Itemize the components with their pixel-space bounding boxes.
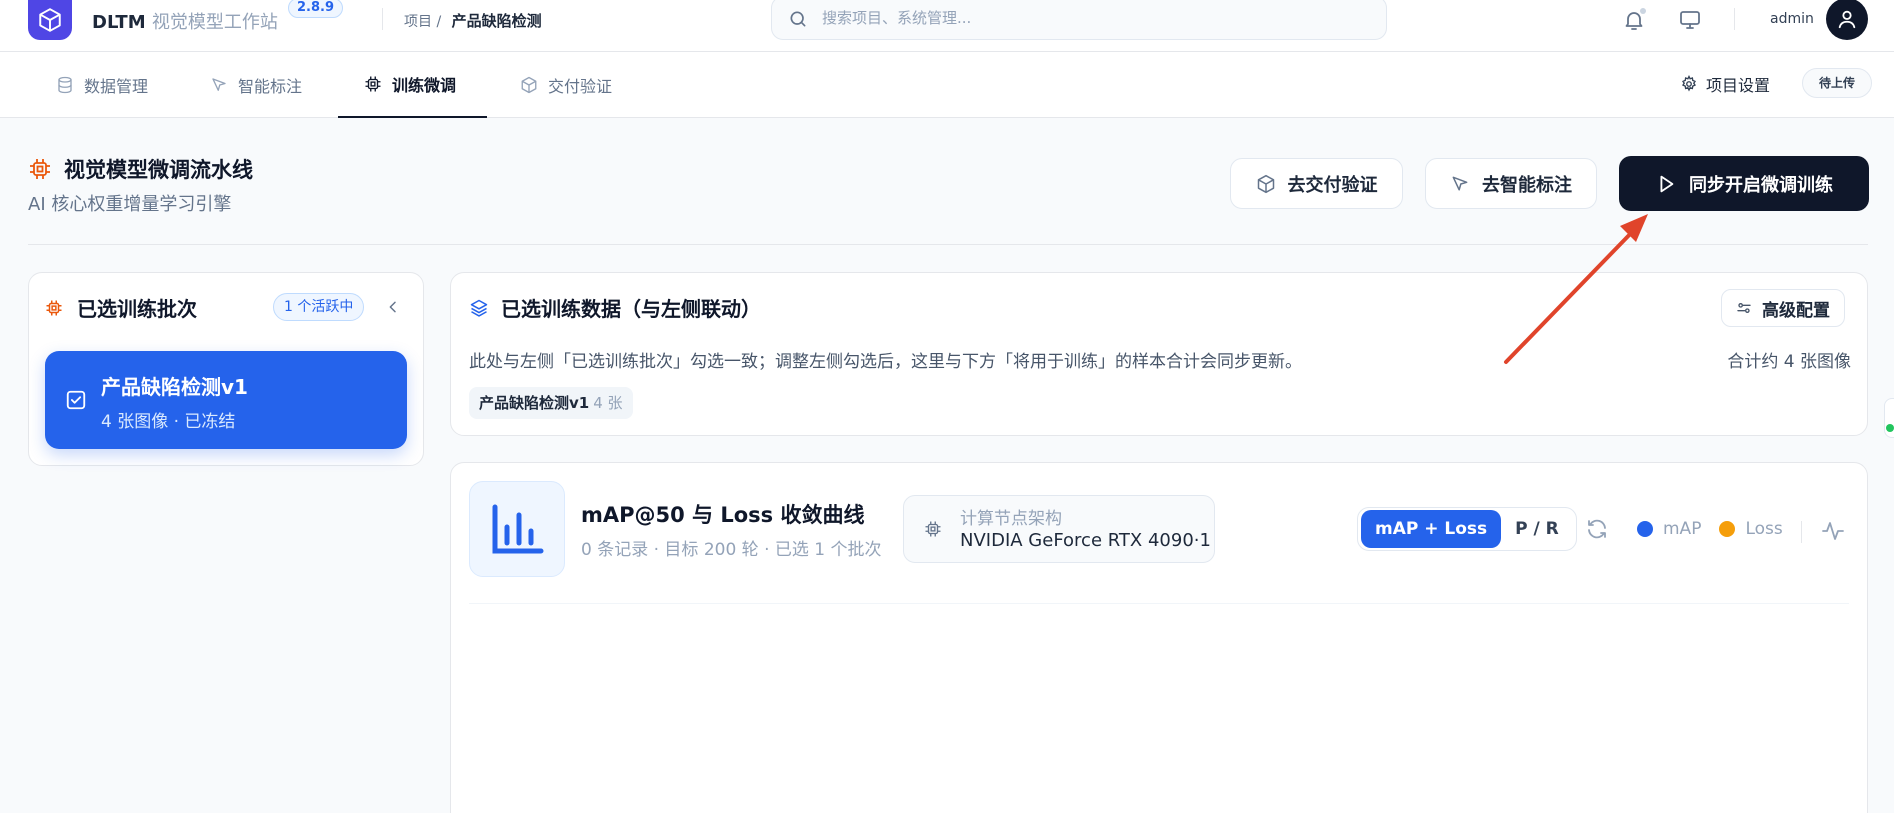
tab-label: 交付验证	[548, 77, 613, 96]
section-divider	[28, 244, 1868, 245]
advanced-config-label: 高级配置	[1762, 300, 1830, 321]
batch-chip: 产品缺陷检测v1 4 张	[469, 387, 633, 419]
status-badge: 待上传	[1802, 68, 1873, 98]
breadcrumb-root[interactable]: 项目 /	[404, 14, 441, 30]
user-avatar-icon[interactable]	[1826, 0, 1868, 40]
batches-header: 已选训练批次	[45, 293, 197, 322]
chart-meta: 0 条记录 · 目标 200 轮 · 已选 1 个批次	[581, 540, 882, 560]
mode-map-loss[interactable]: mAP + Loss	[1361, 510, 1502, 548]
chip-icon	[30, 159, 50, 179]
tab-label: 训练微调	[392, 76, 457, 95]
go-delivery-button[interactable]: 去交付验证	[1230, 158, 1403, 209]
selected-data-description: 此处与左侧「已选训练批次」勾选一致；调整左侧勾选后，这里与下方「将用于训练」的样…	[469, 352, 1302, 372]
go-annotate-button[interactable]: 去智能标注	[1425, 158, 1597, 209]
brand-name: DLTM	[92, 12, 146, 33]
bar-chart-icon	[469, 481, 565, 577]
notification-dot	[1640, 8, 1646, 14]
go-annotate-label: 去智能标注	[1482, 174, 1572, 196]
selected-data-title: 已选训练数据（与左侧联动）	[501, 297, 761, 321]
chevron-left-icon	[389, 301, 396, 313]
legend-loss: Loss	[1745, 519, 1783, 539]
advanced-config-button[interactable]: 高级配置	[1721, 289, 1845, 327]
batches-title: 已选训练批次	[77, 297, 197, 321]
tab-smart-annotation[interactable]: 智能标注	[184, 52, 328, 118]
legend-dot-loss	[1719, 521, 1736, 537]
sliders-icon	[1737, 303, 1751, 313]
refresh-icon[interactable]	[1583, 515, 1611, 543]
batch-meta: 4 张图像 · 已冻结	[101, 412, 236, 432]
search-icon	[790, 11, 806, 27]
global-search[interactable]	[771, 0, 1387, 40]
cpu-icon	[925, 521, 941, 537]
header-divider-right	[1734, 8, 1735, 30]
batch-item[interactable]: 产品缺陷检测v1 4 张图像 · 已冻结	[45, 351, 407, 449]
checkbox-checked-icon[interactable]	[65, 389, 87, 411]
app-logo-icon[interactable]	[28, 0, 72, 40]
status-dot	[1886, 424, 1894, 432]
version-badge: 2.8.9	[288, 0, 344, 18]
tab-training-finetune[interactable]: 训练微调	[338, 52, 487, 118]
mode-precision-recall[interactable]: P / R	[1501, 510, 1573, 548]
legend-divider	[1801, 521, 1802, 543]
package-icon	[521, 76, 537, 94]
breadcrumb-current: 产品缺陷检测	[451, 12, 542, 30]
search-input[interactable]	[822, 7, 1362, 29]
brand-title: DLTM 视觉模型工作站	[92, 8, 278, 34]
layers-icon	[470, 299, 488, 317]
selected-batches-panel: 已选训练批次 1 个活跃中 产品缺陷检测v1 4 张图像 · 已冻结	[28, 272, 424, 466]
play-icon	[1660, 175, 1674, 192]
activity-icon[interactable]	[1819, 517, 1847, 545]
tab-delivery-validation[interactable]: 交付验证	[494, 52, 638, 118]
project-settings-button[interactable]: 项目设置	[1680, 72, 1770, 96]
selected-data-header: 已选训练数据（与左侧联动）	[469, 293, 761, 322]
database-icon	[58, 76, 72, 94]
top-header: DLTM 视觉模型工作站 2.8.9 项目 / 产品缺陷检测 admin	[0, 0, 1894, 52]
project-settings-label: 项目设置	[1706, 76, 1771, 95]
header-divider	[382, 8, 383, 30]
breadcrumb: 项目 / 产品缺陷检测	[404, 10, 542, 31]
chip-icon	[46, 300, 62, 315]
metric-mode-toggle: mAP + Loss P / R	[1357, 507, 1577, 551]
chart-area-divider	[469, 603, 1849, 604]
go-delivery-label: 去交付验证	[1287, 174, 1378, 196]
selected-data-total: 合计约 4 张图像	[1727, 352, 1851, 372]
convergence-chart-panel: mAP@50 与 Loss 收敛曲线 0 条记录 · 目标 200 轮 · 已选…	[450, 462, 1868, 813]
monitor-icon[interactable]	[1676, 6, 1704, 34]
legend-dot-map	[1637, 521, 1653, 537]
compute-node-card: 计算节点架构 NVIDIA GeForce RTX 4090·1	[903, 495, 1215, 563]
cursor-icon	[1452, 176, 1468, 191]
active-count-badge: 1 个活跃中	[273, 293, 365, 321]
page-heading: 视觉模型微调流水线	[28, 154, 253, 184]
batch-chip-name: 产品缺陷检测v1	[479, 394, 590, 412]
batch-chip-count: 4 张	[593, 394, 623, 412]
page-subtitle: AI 核心权重增量学习引擎	[28, 194, 232, 215]
notification-bell-icon[interactable]	[1620, 6, 1648, 34]
compute-node-value: NVIDIA GeForce RTX 4090·1	[960, 530, 1211, 551]
tab-label: 智能标注	[238, 77, 303, 96]
package-icon	[1257, 174, 1274, 193]
batch-name: 产品缺陷检测v1	[101, 375, 248, 399]
brand-subtitle: 视觉模型工作站	[151, 12, 278, 33]
start-training-label: 同步开启微调训练	[1689, 174, 1833, 196]
chart-title: mAP@50 与 Loss 收敛曲线	[581, 503, 865, 527]
user-name[interactable]: admin	[1770, 11, 1814, 27]
start-training-button[interactable]: 同步开启微调训练	[1619, 156, 1869, 211]
gear-icon	[1682, 75, 1696, 92]
collapse-panel-button[interactable]	[381, 295, 405, 319]
side-drawer-handle[interactable]	[1884, 398, 1894, 438]
tab-data-management[interactable]: 数据管理	[30, 52, 174, 118]
tab-label: 数据管理	[84, 77, 149, 96]
module-tabbar: 数据管理 智能标注 训练微调 交付验证 项目设置 待上传	[0, 52, 1894, 118]
page-title: 视觉模型微调流水线	[64, 158, 253, 182]
chip-icon	[365, 76, 381, 92]
chart-legend: mAP Loss	[1637, 519, 1783, 539]
cursor-icon	[212, 78, 226, 91]
selected-data-panel: 已选训练数据（与左侧联动） 高级配置 此处与左侧「已选训练批次」勾选一致；调整左…	[450, 272, 1868, 436]
legend-map: mAP	[1663, 519, 1702, 539]
compute-node-label: 计算节点架构	[960, 509, 1062, 529]
